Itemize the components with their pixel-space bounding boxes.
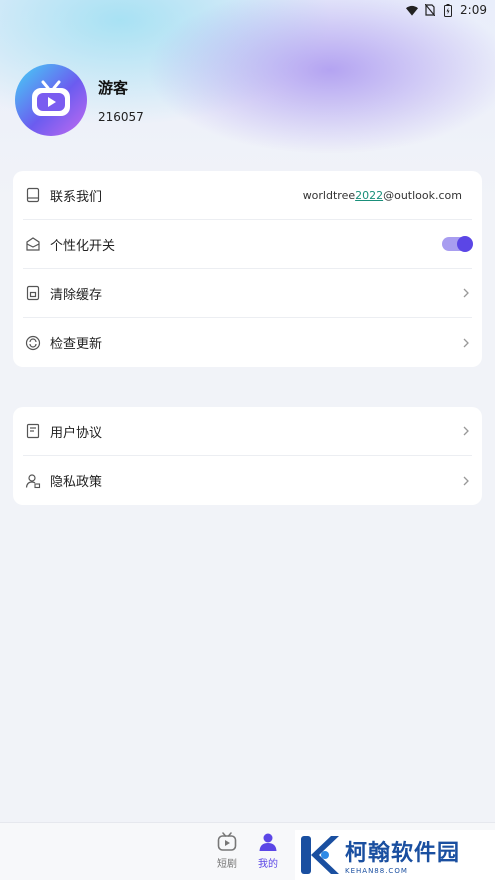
chevron-right-icon xyxy=(462,287,470,299)
tab-short-drama-label: 短剧 xyxy=(217,859,237,870)
settings-card-1: 联系我们 worldtree2022@outlook.com 个性化开关 清除缓… xyxy=(13,171,482,367)
user-id: 216057 xyxy=(98,109,144,124)
username: 游客 xyxy=(98,78,129,97)
clear-cache-label: 清除缓存 xyxy=(50,287,103,303)
tab-short-drama[interactable]: 短剧 xyxy=(212,832,242,870)
privacy-policy-label: 隐私政策 xyxy=(50,475,103,490)
storage-icon xyxy=(25,285,41,301)
document-icon xyxy=(25,423,41,439)
watermark-logo: 柯翰软件园 KEHAN88.COM xyxy=(295,830,495,880)
user-agreement-label: 用户协议 xyxy=(50,425,103,441)
check-update-row[interactable]: 检查更新 xyxy=(23,318,472,367)
contact-us-label: 联系我们 xyxy=(50,189,103,205)
profile-header: 游客 216057 xyxy=(15,64,144,136)
tab-mine-label: 我的 xyxy=(258,859,278,870)
watermark-k-icon xyxy=(301,836,339,874)
contact-us-row[interactable]: 联系我们 worldtree2022@outlook.com xyxy=(23,171,472,220)
inbox-icon xyxy=(25,236,41,252)
watermark-subtitle: KEHAN88.COM xyxy=(345,867,408,875)
check-update-label: 检查更新 xyxy=(50,337,103,352)
status-bar: 2:09 xyxy=(0,0,495,20)
watermark-title: 柯翰软件园 xyxy=(345,841,461,866)
no-sim-icon xyxy=(424,4,436,16)
tab-mine[interactable]: 我的 xyxy=(253,832,283,870)
avatar[interactable] xyxy=(15,64,87,136)
user-agreement-row[interactable]: 用户协议 xyxy=(23,407,472,456)
wifi-icon xyxy=(406,4,419,16)
personalize-row: 个性化开关 xyxy=(23,220,473,269)
privacy-policy-row[interactable]: 隐私政策 xyxy=(23,456,472,505)
tv-logo-icon xyxy=(32,80,70,116)
chevron-right-icon xyxy=(462,337,470,349)
battery-icon xyxy=(442,3,454,17)
personalize-label: 个性化开关 xyxy=(50,238,116,254)
personalize-toggle[interactable] xyxy=(442,236,473,252)
user-shield-icon xyxy=(25,473,41,489)
contact-email[interactable]: worldtree2022@outlook.com xyxy=(303,189,462,202)
chevron-right-icon xyxy=(462,425,470,437)
person-icon xyxy=(259,833,277,851)
chevron-right-icon xyxy=(462,475,470,487)
tv-icon xyxy=(217,832,237,851)
status-time: 2:09 xyxy=(460,3,487,17)
refresh-icon xyxy=(25,335,41,351)
phone-icon xyxy=(25,187,41,203)
settings-card-2: 用户协议 隐私政策 xyxy=(13,407,482,505)
clear-cache-row[interactable]: 清除缓存 xyxy=(23,269,472,318)
